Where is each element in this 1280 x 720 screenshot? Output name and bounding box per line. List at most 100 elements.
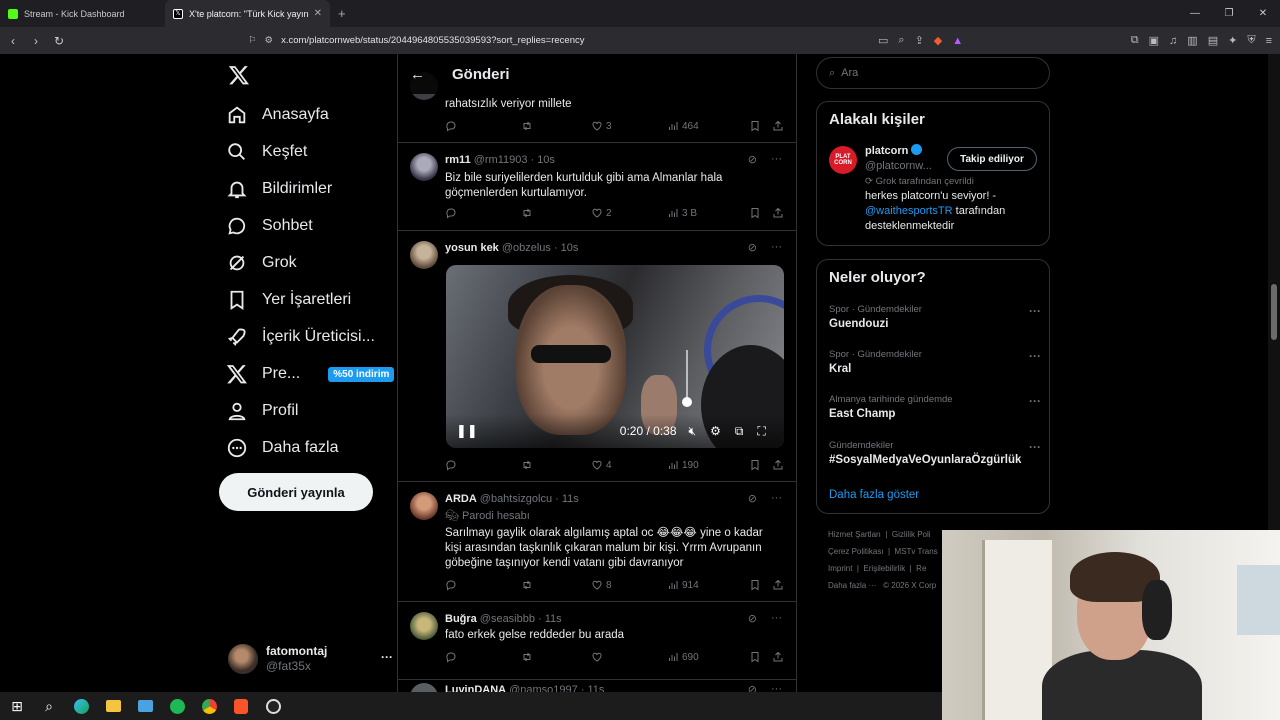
footer-link[interactable]: Gizlilik Poli	[892, 530, 931, 539]
grok-icon[interactable]: ⊘	[748, 612, 757, 625]
sidebar-icon[interactable]: ▥	[1187, 34, 1197, 47]
account-switcher[interactable]: fatomontaj @fat35x ···	[228, 644, 393, 674]
post-button[interactable]: Gönderi yayınla	[219, 473, 373, 511]
scrollbar-thumb[interactable]	[1271, 284, 1277, 340]
nav-bookmarks[interactable]: Yer İşaretleri	[226, 289, 351, 311]
grok-icon[interactable]: ⊘	[748, 153, 757, 166]
retweet-button[interactable]	[521, 579, 591, 591]
nav-explore[interactable]: Keşfet	[226, 141, 307, 163]
tweet-more-icon[interactable]: ···	[771, 612, 782, 625]
media-app-icon[interactable]	[136, 697, 154, 715]
reply-tweet[interactable]: Buğra @seasibbb · 11s ⊘ ··· fato erkek g…	[398, 602, 796, 680]
volume-slider-handle[interactable]	[682, 397, 692, 407]
trend-more-icon[interactable]: ···	[1029, 440, 1041, 454]
chrome-icon[interactable]	[200, 697, 218, 715]
trend-item[interactable]: Spor · Gündemdekiler Guendouzi ···	[829, 304, 1041, 330]
show-more-link[interactable]: Daha fazla göster	[829, 489, 919, 501]
like-button[interactable]: 3	[591, 120, 667, 132]
footer-link[interactable]: Hizmet Şartları	[828, 530, 881, 539]
back-icon[interactable]: ‹	[3, 34, 23, 48]
fullscreen-icon[interactable]: ⛶	[757, 424, 765, 439]
restore-icon[interactable]: ❐	[1212, 0, 1246, 27]
pause-icon[interactable]: ❚❚	[456, 423, 478, 439]
share-button[interactable]	[772, 459, 784, 471]
footer-link[interactable]: Daha fazla ···	[828, 581, 876, 590]
trend-item[interactable]: Spor · Gündemdekiler Kral ···	[829, 349, 1041, 375]
like-button[interactable]: 8	[591, 579, 667, 591]
close-window-icon[interactable]: ✕	[1246, 0, 1280, 27]
tweet-more-icon[interactable]: ···	[771, 492, 782, 505]
bookmark-button[interactable]	[749, 579, 772, 591]
reply-tweet[interactable]: ARDA @bahtsizgolcu · 11s ⊘ ··· 🎭︎ Parodi…	[398, 482, 796, 602]
tweet-more-icon[interactable]: ···	[771, 683, 782, 692]
windows-start-icon[interactable]: ⊞	[8, 697, 26, 715]
wallet-icon[interactable]: ▤	[1208, 34, 1218, 47]
share-button[interactable]	[772, 120, 784, 132]
reply-tweet[interactable]: yosun kek @obzelus · 10s ⊘ ··· ❚❚ 0:20 /…	[398, 231, 796, 482]
following-button[interactable]: Takip ediliyor	[947, 147, 1037, 171]
views-button[interactable]: 464	[667, 120, 749, 132]
footer-link[interactable]: Çerez Politikası	[828, 547, 884, 556]
screenshot-icon[interactable]: ▣	[1149, 34, 1159, 47]
reply-button[interactable]	[445, 120, 521, 132]
bookmark-button[interactable]	[749, 207, 772, 219]
share-button[interactable]	[772, 651, 784, 663]
trend-item[interactable]: Almanya tarihinde gündemde East Champ ··…	[829, 394, 1041, 420]
browser-tab-x[interactable]: 𝕏 X'te platcorn: "Türk Kick yayıncıs ✕	[165, 0, 330, 27]
like-button[interactable]: 4	[591, 459, 667, 471]
reply-button[interactable]	[445, 579, 521, 591]
new-tab-icon[interactable]: +	[338, 6, 346, 21]
trend-more-icon[interactable]: ···	[1029, 304, 1041, 318]
grok-icon[interactable]: ⊘	[748, 241, 757, 254]
file-explorer-icon[interactable]	[104, 697, 122, 715]
minimize-icon[interactable]: —	[1178, 0, 1212, 27]
footer-link[interactable]: Re	[916, 564, 926, 573]
share-button[interactable]	[772, 579, 784, 591]
trend-item[interactable]: Gündemdekiler #SosyalMedyaVeOyunlaraÖzgü…	[829, 440, 1041, 466]
reply-tweet[interactable]: rm11 @rm11903 · 10s ⊘ ··· Biz bile suriy…	[398, 143, 796, 231]
zoom-icon[interactable]: ⌕	[898, 34, 904, 47]
trend-more-icon[interactable]: ···	[1029, 394, 1041, 408]
picture-in-picture-icon[interactable]: ⧉	[735, 424, 744, 439]
forward-icon[interactable]: ›	[26, 34, 46, 48]
retweet-button[interactable]	[521, 207, 591, 219]
nav-home[interactable]: Anasayfa	[226, 104, 329, 126]
bookmark-button[interactable]	[749, 651, 772, 663]
views-button[interactable]: 914	[667, 579, 749, 591]
cast-icon[interactable]: ▭	[878, 34, 888, 47]
back-arrow-icon[interactable]: ←	[410, 66, 426, 83]
tweet-more-icon[interactable]: ···	[771, 241, 782, 254]
bio-mention-link[interactable]: @waithesportsTR	[865, 205, 953, 217]
brave-shield-icon[interactable]: ◆	[934, 34, 942, 47]
bookmark-page-icon[interactable]: ⚐	[248, 35, 257, 46]
reload-icon[interactable]: ↻	[49, 34, 69, 48]
vpn-icon[interactable]: ⛨	[1247, 34, 1255, 47]
reply-button[interactable]	[445, 651, 521, 663]
grok-icon[interactable]: ⊘	[748, 683, 757, 692]
close-tab-icon[interactable]: ✕	[314, 8, 322, 19]
like-button[interactable]: 2	[591, 207, 667, 219]
footer-link[interactable]: Imprint	[828, 564, 852, 573]
retweet-button[interactable]	[521, 459, 591, 471]
edge-browser-icon[interactable]	[72, 697, 90, 715]
retweet-button[interactable]	[521, 120, 591, 132]
nav-creator-studio[interactable]: İçerik Üreticisi...	[226, 326, 375, 348]
nav-chat[interactable]: Sohbet	[226, 215, 313, 237]
menu-icon[interactable]: ≡	[1266, 35, 1272, 47]
reply-tweet[interactable]: LuvinDANA @namso1997 · 11s ⊘ ···	[398, 680, 796, 692]
share-button[interactable]	[772, 207, 784, 219]
trend-more-icon[interactable]: ···	[1029, 349, 1041, 363]
like-button[interactable]	[591, 651, 667, 663]
taskbar-search-icon[interactable]: ⌕	[40, 697, 58, 715]
leo-ai-icon[interactable]: ✦	[1228, 34, 1237, 47]
site-info-icon[interactable]: ⚙	[265, 35, 274, 46]
volume-slider[interactable]	[686, 350, 688, 402]
nav-premium[interactable]: Pre... %50 indirim	[226, 363, 395, 385]
x-logo-icon[interactable]	[228, 64, 250, 86]
mute-icon[interactable]: 🔇︎	[689, 424, 697, 439]
grok-icon[interactable]: ⊘	[748, 492, 757, 505]
retweet-button[interactable]	[521, 651, 591, 663]
tweet-more-icon[interactable]: ···	[771, 153, 782, 166]
nav-grok[interactable]: Grok	[226, 252, 297, 274]
views-button[interactable]: 3 B	[667, 207, 749, 219]
